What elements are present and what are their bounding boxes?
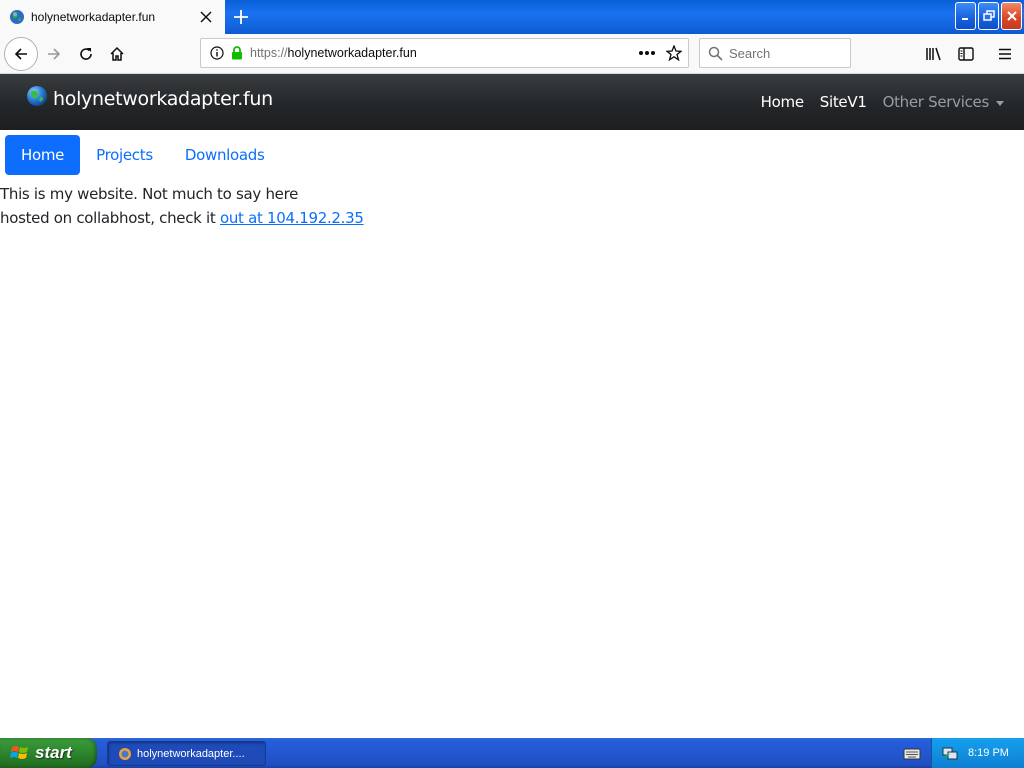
browser-toolbar: https://holynetworkadapter.fun [0, 34, 1024, 74]
globe-icon [10, 10, 24, 24]
brand-text: holynetworkadapter.fun [53, 88, 273, 110]
plus-icon [234, 10, 248, 24]
nav-dropdown-label: Other Services [882, 93, 990, 111]
nav-dropdown-other-services[interactable]: Other Services [883, 93, 1004, 111]
browser-tab[interactable]: holynetworkadapter.fun [0, 0, 225, 34]
minimize-icon [961, 18, 968, 20]
arrow-left-icon [14, 48, 27, 60]
content-line-2-text: hosted on collabhost, check it [0, 209, 220, 227]
reload-icon [80, 48, 92, 60]
keyboard-icon[interactable] [903, 745, 921, 761]
url-scheme: https:// [250, 46, 288, 60]
site-nav: Home SiteV1 Other Services [761, 93, 1004, 111]
bookmark-star-icon[interactable] [666, 45, 682, 61]
tab-title: holynetworkadapter.fun [31, 10, 156, 24]
search-bar[interactable] [699, 38, 851, 68]
url-host: holynetworkadapter.fun [287, 46, 417, 60]
content-line-2: hosted on collabhost, check it out at 10… [0, 206, 364, 230]
more-actions-icon[interactable] [638, 50, 656, 56]
window-controls [955, 2, 1022, 30]
minimize-button[interactable] [955, 2, 976, 30]
hamburger-menu-icon [999, 48, 1011, 60]
close-icon [1006, 11, 1017, 21]
home-button[interactable] [101, 38, 133, 70]
nav-link-sitev1[interactable]: SiteV1 [820, 93, 867, 111]
new-tab-button[interactable] [229, 5, 253, 29]
lock-icon[interactable] [230, 46, 244, 60]
start-label: start [35, 743, 72, 762]
caret-down-icon [996, 100, 1004, 106]
search-input[interactable] [729, 45, 839, 61]
windows-flag-icon [10, 746, 28, 759]
library-button[interactable] [918, 38, 950, 70]
globe-icon [27, 86, 47, 106]
search-icon [708, 46, 723, 61]
site-header: holynetworkadapter.fun Home SiteV1 Other… [0, 74, 1024, 130]
tab-strip: holynetworkadapter.fun [0, 0, 1024, 34]
forward-button[interactable] [38, 38, 70, 70]
pill-downloads[interactable]: Downloads [169, 135, 281, 175]
pill-projects[interactable]: Projects [80, 135, 169, 175]
taskbar-item-firefox[interactable]: holynetworkadapter.... [107, 741, 266, 766]
content-line-1: This is my website. Not much to say here [0, 185, 299, 203]
restore-icon [982, 10, 995, 21]
clock[interactable]: 8:19 PM [968, 747, 1009, 759]
sidebar-button[interactable] [950, 38, 982, 70]
main-content: This is my website. Not much to say here… [0, 182, 364, 230]
system-tray: 8:19 PM [931, 738, 1024, 768]
address-bar[interactable]: https://holynetworkadapter.fun [200, 38, 689, 68]
start-button[interactable]: start [0, 738, 97, 768]
info-icon[interactable] [210, 46, 224, 60]
taskbar: start holynetworkadapter.... 8:19 PM [0, 738, 1024, 768]
arrow-right-icon [48, 48, 61, 60]
pill-nav: Home Projects Downloads [5, 135, 281, 175]
site-brand[interactable]: holynetworkadapter.fun [26, 86, 273, 110]
back-button[interactable] [4, 37, 38, 71]
url-text[interactable]: https://holynetworkadapter.fun [250, 46, 638, 60]
pill-home[interactable]: Home [5, 135, 81, 175]
nav-link-home[interactable]: Home [761, 93, 804, 111]
close-tab-icon[interactable] [198, 9, 214, 25]
close-window-button[interactable] [1001, 2, 1022, 30]
ip-link[interactable]: out at 104.192.2.35 [220, 209, 364, 227]
taskbar-item-label: holynetworkadapter.... [137, 747, 245, 760]
library-icon [926, 47, 941, 61]
network-icon[interactable] [942, 745, 958, 761]
restore-button[interactable] [978, 2, 999, 30]
menu-button[interactable] [989, 38, 1021, 70]
reload-button[interactable] [70, 38, 102, 70]
sidebar-icon [958, 47, 974, 61]
globe-icon [119, 747, 131, 760]
home-icon [110, 46, 124, 61]
